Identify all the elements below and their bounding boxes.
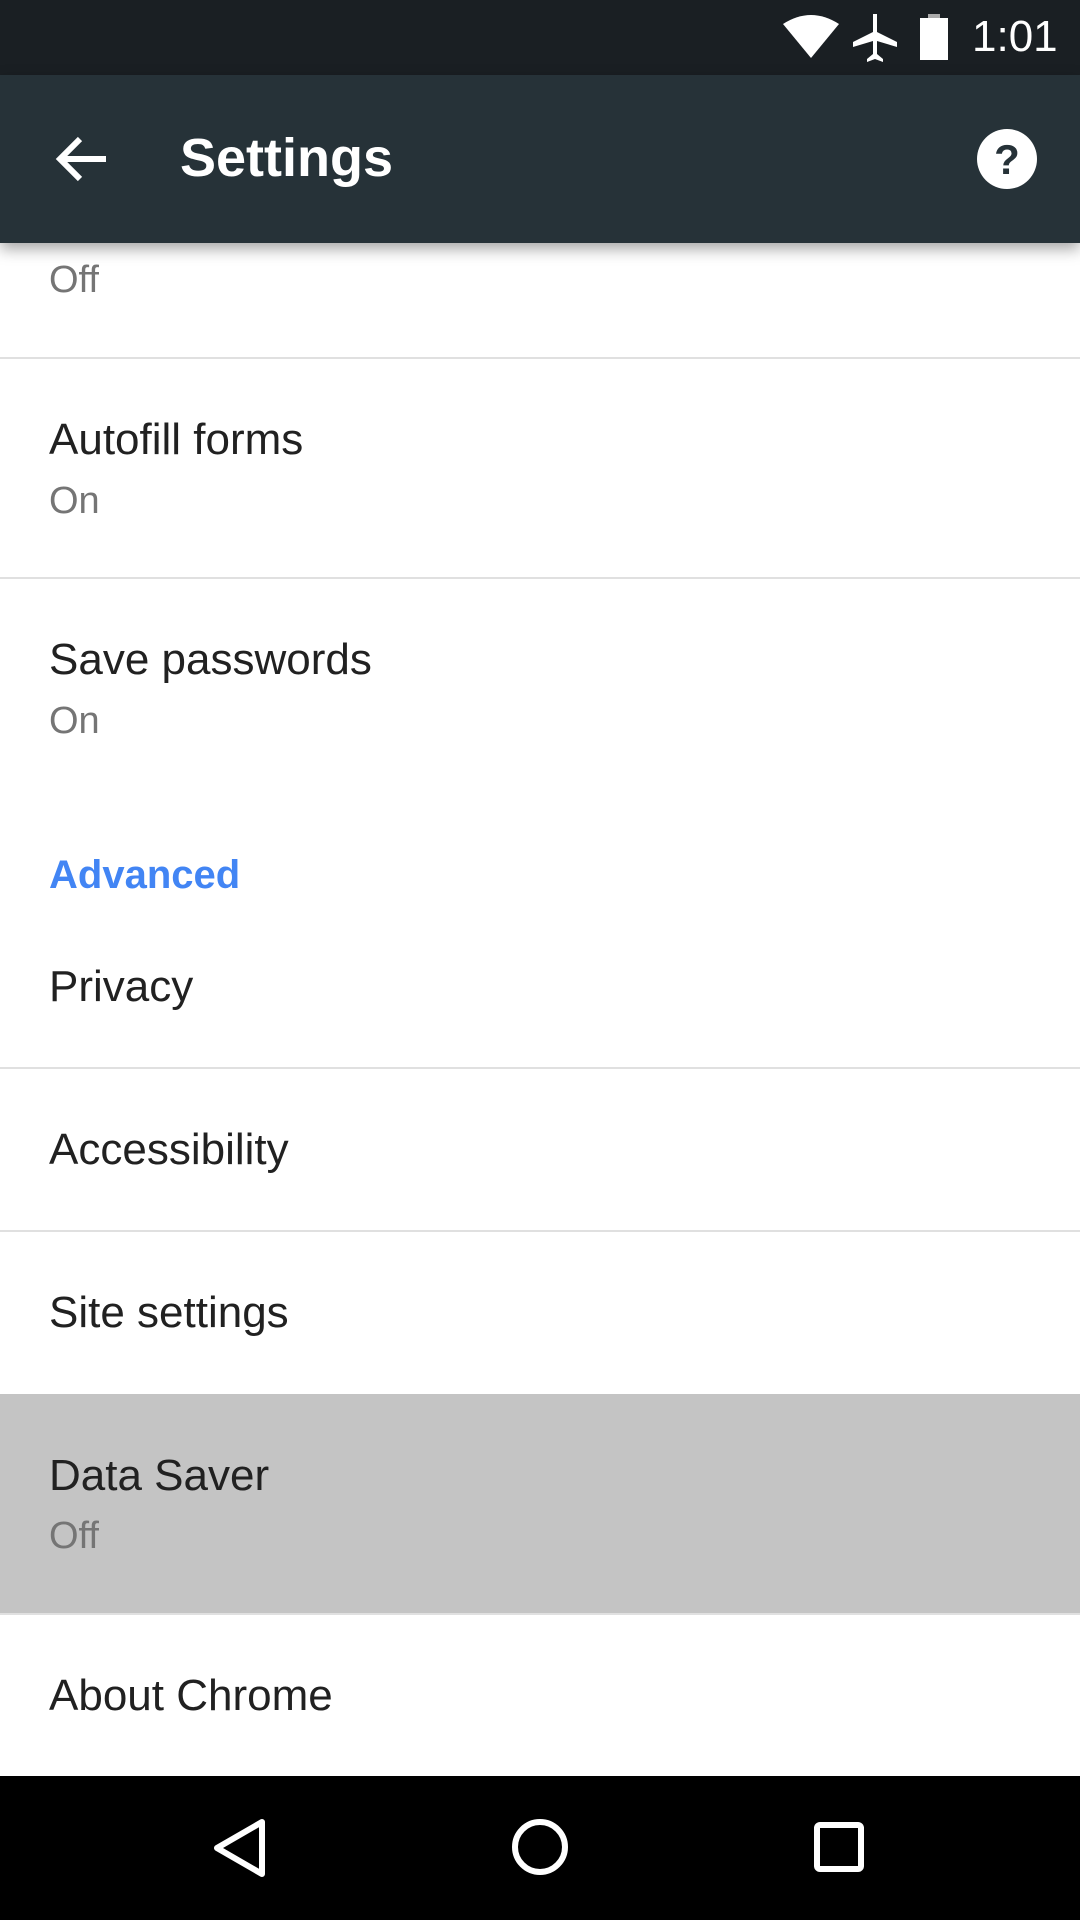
- help-circle-icon[interactable]: ?: [977, 129, 1037, 189]
- list-item-privacy[interactable]: Privacy: [0, 930, 1080, 1067]
- list-item-autofill-forms[interactable]: Autofill forms On: [0, 359, 1080, 578]
- home-circle-icon[interactable]: [510, 1817, 570, 1877]
- wifi-icon: [783, 15, 839, 58]
- item-title: Save passwords: [49, 635, 372, 684]
- status-bar: 1:01: [0, 0, 1080, 75]
- section-header-advanced: Advanced: [49, 853, 241, 897]
- item-subtitle: On: [49, 700, 100, 742]
- list-item-accessibility[interactable]: Accessibility: [0, 1069, 1080, 1231]
- svg-text:?: ?: [994, 136, 1020, 183]
- navigation-bar: [0, 1776, 1080, 1920]
- list-item-save-passwords[interactable]: Save passwords On: [0, 579, 1080, 789]
- recents-square-icon[interactable]: [812, 1820, 868, 1876]
- arrow-left-icon[interactable]: [52, 129, 112, 189]
- item-title: Accessibility: [49, 1125, 289, 1174]
- item-title: About Chrome: [49, 1671, 333, 1720]
- item-title: Site settings: [49, 1288, 289, 1337]
- page-title: Settings: [180, 128, 394, 188]
- list-item-partial[interactable]: Off: [0, 243, 1080, 358]
- item-subtitle: Off: [49, 1515, 99, 1557]
- back-triangle-icon[interactable]: [210, 1817, 270, 1879]
- item-subtitle: Off: [49, 259, 99, 301]
- item-title: Autofill forms: [49, 415, 304, 464]
- item-title: Privacy: [49, 962, 194, 1011]
- item-subtitle: On: [49, 480, 100, 522]
- battery-icon: [920, 14, 948, 60]
- status-time: 1:01: [972, 12, 1058, 61]
- list-item-site-settings[interactable]: Site settings: [0, 1232, 1080, 1394]
- item-title: Data Saver: [49, 1451, 270, 1500]
- airplane-icon: [853, 14, 897, 62]
- toolbar: Settings ?: [0, 75, 1080, 243]
- list-item-about-chrome[interactable]: About Chrome: [0, 1615, 1080, 1776]
- list-item-data-saver[interactable]: Data Saver Off: [0, 1394, 1080, 1613]
